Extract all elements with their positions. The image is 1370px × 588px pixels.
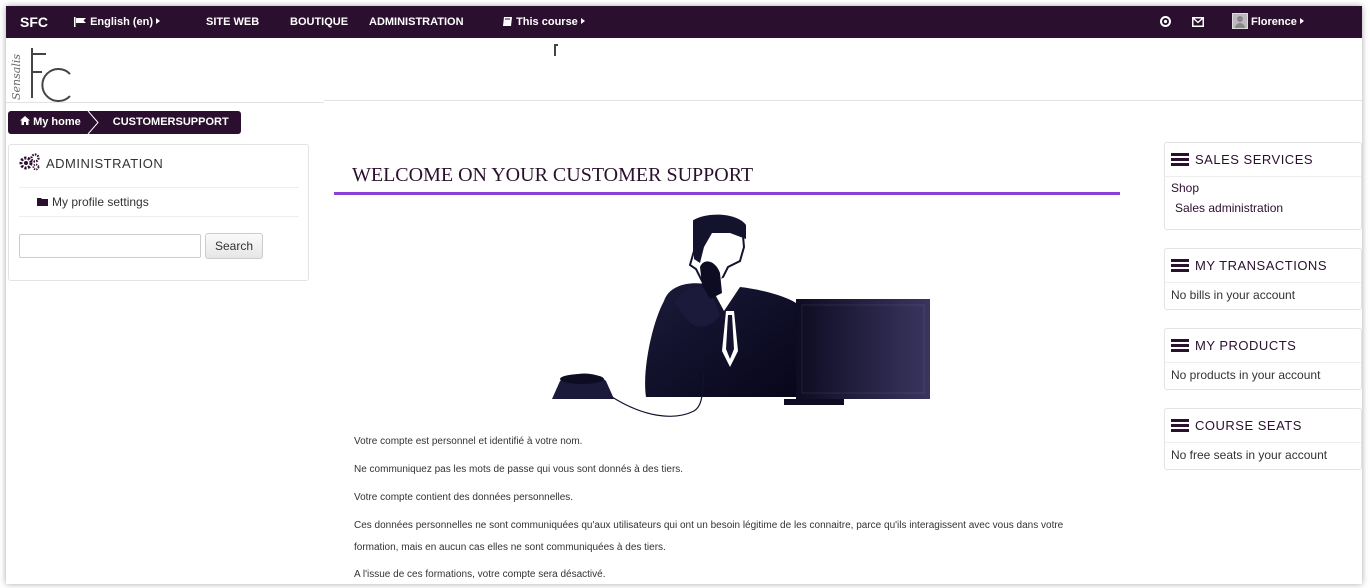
user-name: Florence — [1251, 16, 1297, 28]
hamburger-icon — [1171, 152, 1189, 167]
hamburger-icon — [1171, 258, 1189, 273]
envelope-icon — [1192, 16, 1204, 28]
hamburger-icon — [1171, 338, 1189, 353]
sales-services-block: SALES SERVICES Shop Sales administration — [1164, 142, 1362, 230]
divider — [1165, 176, 1361, 177]
breadcrumb: My home CUSTOMERSUPPORT — [8, 111, 241, 134]
block-title: ADMINISTRATION — [19, 153, 163, 174]
my-transactions-title: MY TRANSACTIONS — [1195, 258, 1327, 273]
home-icon — [20, 116, 30, 128]
sales-services-title: SALES SERVICES — [1195, 152, 1314, 167]
this-course-label: This course — [516, 16, 578, 28]
folder-icon — [37, 195, 52, 209]
svg-text:Sensalis: Sensalis — [10, 54, 23, 100]
breadcrumb-home[interactable]: My home — [8, 111, 99, 134]
seats-empty-text: No free seats in your account — [1171, 448, 1328, 462]
header-divider — [6, 102, 324, 103]
divider — [19, 187, 299, 188]
paragraph: formation, mais en aucun cas elles ne so… — [354, 542, 666, 553]
sales-administration-link[interactable]: Sales administration — [1175, 201, 1283, 215]
hamburger-icon — [1171, 418, 1189, 433]
nav-boutique[interactable]: BOUTIQUE — [290, 6, 348, 38]
divider — [1165, 282, 1361, 283]
page-title: WELCOME ON YOUR CUSTOMER SUPPORT — [352, 164, 754, 186]
block-title: MY PRODUCTS — [1171, 338, 1296, 353]
breadcrumb-home-label: My home — [33, 116, 81, 128]
my-products-title: MY PRODUCTS — [1195, 338, 1297, 353]
block-title: MY TRANSACTIONS — [1171, 258, 1327, 273]
life-ring-button[interactable] — [1160, 6, 1171, 38]
mouse-cursor-icon — [554, 44, 558, 56]
avatar — [1232, 13, 1248, 29]
language-menu[interactable]: English (en) — [74, 6, 161, 38]
flag-icon — [74, 16, 87, 28]
transactions-empty-text: No bills in your account — [1171, 288, 1296, 302]
shop-link[interactable]: Shop — [1171, 181, 1199, 195]
my-transactions-block: MY TRANSACTIONS No bills in your account — [1164, 248, 1362, 310]
language-label: English (en) — [90, 16, 154, 28]
top-navbar: SFC English (en) SITE WEB BOUTIQUE ADMIN… — [6, 6, 1362, 38]
brand-link[interactable]: SFC — [20, 6, 48, 38]
divider — [19, 216, 299, 217]
caret-right-icon — [156, 18, 161, 24]
paragraph: A l'issue de ces formations, votre compt… — [354, 569, 606, 580]
cogs-icon — [19, 153, 46, 174]
user-menu[interactable]: Florence — [1232, 6, 1304, 38]
browser-viewport: SFC English (en) SITE WEB BOUTIQUE ADMIN… — [6, 6, 1362, 584]
breadcrumb-current[interactable]: CUSTOMERSUPPORT — [98, 111, 241, 134]
caret-right-icon — [580, 18, 585, 24]
site-logo[interactable]: Sensalis — [10, 46, 80, 102]
divider — [1165, 442, 1361, 443]
my-profile-settings-link[interactable]: My profile settings — [37, 195, 149, 209]
block-title: COURSE SEATS — [1171, 418, 1302, 433]
my-products-block: MY PRODUCTS No products in your account — [1164, 328, 1362, 390]
this-course-menu[interactable]: This course — [502, 6, 585, 38]
course-seats-title: COURSE SEATS — [1195, 418, 1302, 433]
profile-settings-label: My profile settings — [52, 195, 149, 209]
breadcrumb-separator — [87, 111, 99, 134]
search-button[interactable]: Search — [205, 233, 263, 259]
administration-block: ADMINISTRATION My profile settings Searc… — [8, 144, 309, 281]
paragraph: Ces données personnelles ne sont communi… — [354, 520, 1064, 531]
search-input[interactable] — [19, 234, 201, 258]
caret-right-icon — [1299, 18, 1304, 24]
book-icon — [502, 16, 513, 28]
life-ring-icon — [1160, 16, 1171, 28]
title-underline — [334, 192, 1120, 195]
nav-site-web[interactable]: SITE WEB — [206, 6, 259, 38]
divider — [1165, 362, 1361, 363]
paragraph: Ne communiquez pas les mots de passe qui… — [354, 464, 684, 475]
products-empty-text: No products in your account — [1171, 368, 1321, 382]
block-title: SALES SERVICES — [1171, 152, 1313, 167]
paragraph: Votre compte contient des données person… — [354, 492, 574, 503]
header-divider — [324, 100, 1362, 101]
customer-support-illustration — [544, 211, 934, 421]
nav-administration[interactable]: ADMINISTRATION — [369, 6, 464, 38]
paragraph: Votre compte est personnel et identifié … — [354, 436, 583, 447]
administration-title: ADMINISTRATION — [46, 156, 164, 171]
course-seats-block: COURSE SEATS No free seats in your accou… — [1164, 408, 1362, 470]
messages-button[interactable] — [1192, 6, 1204, 38]
